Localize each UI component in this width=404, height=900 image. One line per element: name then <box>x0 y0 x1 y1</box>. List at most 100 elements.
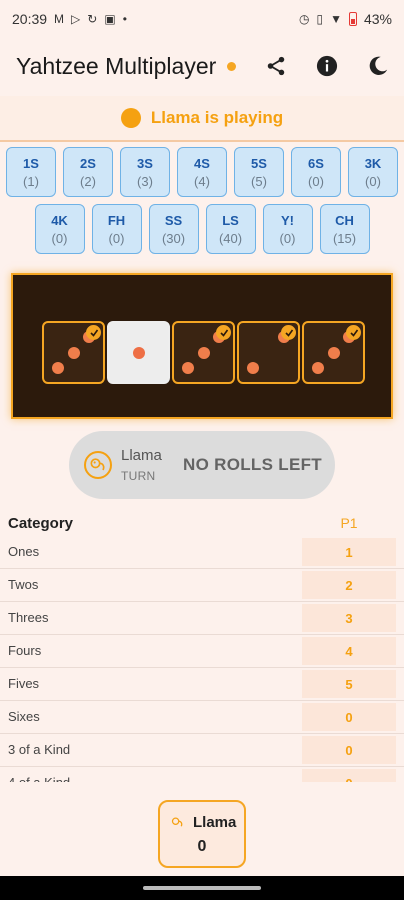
dice-tray <box>11 273 393 419</box>
scoresheet-row: 3 of a Kind 0 <box>0 734 404 767</box>
battery-percent: 43% <box>363 11 392 27</box>
category-potential-score: (5) <box>251 173 267 189</box>
category-button[interactable]: SS (30) <box>148 204 199 254</box>
box-icon: ▣ <box>104 12 116 26</box>
scoresheet-rows: Ones 1 Twos 2 Threes 3 Fours 4 Fives 5 Sixes 0 3 of … <box>0 536 404 782</box>
scoresheet-row: Fives 5 <box>0 668 404 701</box>
category-button[interactable]: 4K (0) <box>34 204 85 254</box>
die[interactable] <box>172 321 235 384</box>
vibrate-icon: ▯ <box>316 12 324 26</box>
llama-icon <box>171 817 183 827</box>
category-button[interactable]: Y! (0) <box>262 204 313 254</box>
held-check-icon <box>86 325 101 340</box>
player-card[interactable]: Llama 0 <box>158 800 246 868</box>
scoresheet-value[interactable]: 1 <box>302 538 396 566</box>
scoresheet-value[interactable]: 5 <box>302 670 396 698</box>
die[interactable] <box>107 321 170 384</box>
category-label: LS <box>222 212 239 228</box>
player-card-name: Llama <box>193 814 237 831</box>
scoresheet-category: Ones <box>8 544 40 559</box>
category-potential-score: (2) <box>80 173 96 189</box>
player-column-header: P1 <box>340 515 358 531</box>
rolls-status: NO ROLLS LEFT <box>183 455 322 474</box>
category-row: 1S (1) 2S (2) 3S (3) 4S (4) 5S (5) 6S (0) 3K (0) <box>0 147 404 197</box>
scoresheet-value[interactable]: 4 <box>302 637 396 665</box>
dark-mode-icon[interactable] <box>366 54 390 78</box>
category-label: 4K <box>51 212 68 228</box>
die-pip <box>67 346 80 359</box>
held-check-icon <box>281 325 296 340</box>
category-label: 3S <box>137 155 153 171</box>
category-label: Y! <box>281 212 294 228</box>
category-button[interactable]: 1S (1) <box>6 147 56 197</box>
app-bar: Yahtzee Multiplayer <box>0 38 404 94</box>
roll-button[interactable]: Llama TURN NO ROLLS LEFT <box>69 431 335 499</box>
category-button[interactable]: 3K (0) <box>348 147 398 197</box>
player-indicator-icon <box>120 108 141 128</box>
die-pip <box>327 346 340 359</box>
category-label: 4S <box>194 155 210 171</box>
die[interactable] <box>42 321 105 384</box>
scoresheet-category: 3 of a Kind <box>8 742 71 757</box>
scoresheet-value[interactable]: 3 <box>302 604 396 632</box>
category-potential-score: (40) <box>218 230 243 246</box>
dice-row <box>42 321 365 384</box>
play-icon: ▷ <box>71 12 81 26</box>
gmail-icon: M <box>54 12 65 26</box>
scoresheet-value[interactable]: 0 <box>302 769 396 782</box>
category-button[interactable]: CH (15) <box>319 204 370 254</box>
category-button[interactable]: 2S (2) <box>63 147 113 197</box>
held-check-icon <box>346 325 361 340</box>
category-potential-score: (0) <box>308 173 324 189</box>
category-label: 5S <box>251 155 267 171</box>
die-pip <box>182 361 195 374</box>
category-button[interactable]: 4S (4) <box>177 147 227 197</box>
category-label: 2S <box>80 155 96 171</box>
category-row: 4K (0) FH (0) SS (30) LS (40) Y! (0) CH (15) <box>0 204 404 254</box>
die[interactable] <box>302 321 365 384</box>
category-button[interactable]: 5S (5) <box>234 147 284 197</box>
scoresheet-value[interactable]: 2 <box>302 571 396 599</box>
scoresheet-category: 4 of a Kind <box>8 775 70 782</box>
category-potential-score: (30) <box>161 230 186 246</box>
category-button[interactable]: FH (0) <box>91 204 142 254</box>
die-pip <box>197 346 210 359</box>
scoresheet-header: Category P1 <box>0 510 404 536</box>
rotate-icon: ↻ <box>87 12 98 26</box>
scoresheet-row: Fours 4 <box>0 635 404 668</box>
alarm-icon: ◷ <box>298 12 310 26</box>
turn-label: TURN <box>121 469 156 483</box>
player-card-score: 0 <box>197 838 207 855</box>
scoresheet-value[interactable]: 0 <box>302 736 396 764</box>
scoresheet-row: 4 of a Kind 0 <box>0 767 404 782</box>
battery-icon <box>348 12 357 26</box>
category-potential-score: (1) <box>23 173 39 189</box>
category-label: 6S <box>308 155 324 171</box>
home-handle[interactable] <box>143 886 261 890</box>
scoresheet-category: Sixes <box>8 709 40 724</box>
category-button[interactable]: 6S (0) <box>291 147 341 197</box>
info-icon[interactable] <box>315 54 339 78</box>
category-button[interactable]: 3S (3) <box>120 147 170 197</box>
llama-icon <box>84 451 112 479</box>
scoresheet-row: Threes 3 <box>0 602 404 635</box>
category-label: FH <box>107 212 126 228</box>
die-pip <box>247 361 260 374</box>
scoresheet-row: Twos 2 <box>0 569 404 602</box>
app-title: Yahtzee Multiplayer <box>16 52 217 79</box>
category-label: SS <box>164 212 183 228</box>
held-check-icon <box>216 325 231 340</box>
category-potential-score: (4) <box>194 173 210 189</box>
turn-player-name: Llama <box>121 447 162 464</box>
scoresheet-value[interactable]: 0 <box>302 703 396 731</box>
category-potential-score: (15) <box>332 230 357 246</box>
status-bar: 20:39 M ▷ ↻ ▣ • ◷ ▯ ▼ 43% <box>0 0 404 38</box>
category-label: CH <box>335 212 354 228</box>
die-pip <box>52 361 65 374</box>
system-nav-bar <box>0 876 404 900</box>
category-buttons: 1S (1) 2S (2) 3S (3) 4S (4) 5S (5) 6S (0) 3K (0) 4K (0)… <box>0 147 404 261</box>
category-button[interactable]: LS (40) <box>205 204 256 254</box>
share-icon[interactable] <box>264 54 288 78</box>
turn-banner: Llama is playing <box>0 96 404 142</box>
die[interactable] <box>237 321 300 384</box>
